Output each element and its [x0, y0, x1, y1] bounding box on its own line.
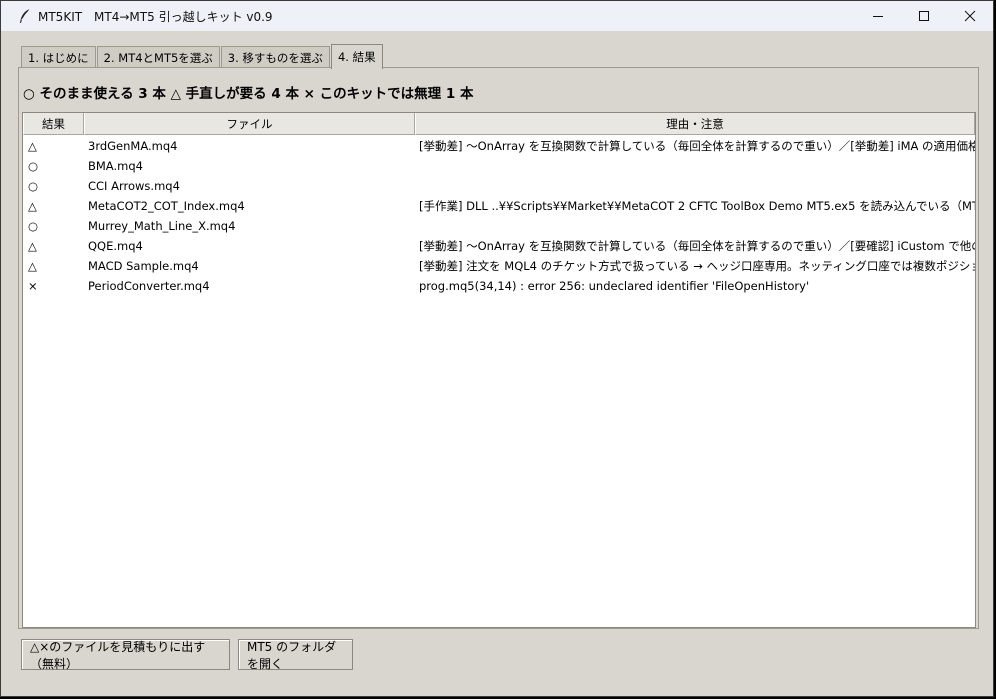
window-controls [855, 1, 993, 31]
file-name: CCI Arrows.mq4 [88, 179, 180, 193]
maximize-button[interactable] [901, 1, 947, 31]
table-row[interactable]: △ MACD Sample.mq4 [挙動差] 注文を MQL4 のチケット方式… [23, 256, 975, 276]
result-mark: ○ [28, 219, 39, 233]
close-button[interactable] [947, 1, 993, 31]
column-header-reason[interactable]: 理由・注意 [415, 113, 975, 135]
reason-note: [挙動差] ～OnArray を互換関数で計算している（毎回全体を計算するので重… [419, 139, 975, 153]
title-bar: MT5KIT MT4→MT5 引っ越しキット v0.9 [1, 1, 993, 31]
file-name: Murrey_Math_Line_X.mq4 [88, 219, 236, 233]
file-name: MetaCOT2_COT_Index.mq4 [88, 199, 245, 213]
maximize-icon [919, 11, 929, 21]
table-row[interactable]: × PeriodConverter.mq4 prog.mq5(34,14) : … [23, 276, 975, 296]
table-row[interactable]: ○ CCI Arrows.mq4 [23, 176, 975, 196]
result-mark: △ [28, 139, 37, 153]
result-mark: × [28, 279, 38, 293]
open-mt5-folder-button[interactable]: MT5 のフォルダを開く [238, 639, 353, 671]
tab-intro[interactable]: 1. はじめに [21, 46, 96, 68]
column-header-file[interactable]: ファイル [84, 113, 415, 135]
table-row[interactable]: △ MetaCOT2_COT_Index.mq4 [手作業] DLL ..¥¥S… [23, 196, 975, 216]
file-name: QQE.mq4 [88, 239, 143, 253]
result-mark: △ [28, 199, 37, 213]
results-summary: ○ そのまま使える 3 本 △ 手直しが要る 4 本 × このキットでは無理 1… [23, 86, 474, 102]
table-row[interactable]: ○ BMA.mq4 [23, 156, 975, 176]
reason-note: [手作業] DLL ..¥¥Scripts¥¥Market¥¥MetaCOT 2… [419, 199, 975, 213]
tab-results[interactable]: 4. 結果 [330, 44, 383, 69]
table-row[interactable]: ○ Murrey_Math_Line_X.mq4 [23, 216, 975, 236]
close-icon [964, 10, 976, 22]
column-header-result[interactable]: 結果 [23, 113, 84, 135]
reason-note: [挙動差] 注文を MQL4 のチケット方式で扱っている → ヘッジ口座専用。ネ… [419, 259, 975, 273]
reason-note: prog.mq5(34,14) : error 256: undeclared … [419, 279, 810, 293]
tab-select-mt4-mt5[interactable]: 2. MT4とMT5を選ぶ [96, 46, 220, 68]
tab-strip: 1. はじめに 2. MT4とMT5を選ぶ 3. 移すものを選ぶ 4. 結果 [21, 44, 384, 69]
table-row[interactable]: △ QQE.mq4 [挙動差] ～OnArray を互換関数で計算している（毎回… [23, 236, 975, 256]
minimize-button[interactable] [855, 1, 901, 31]
result-mark: ○ [28, 179, 39, 193]
estimate-button[interactable]: △×のファイルを見積もりに出す（無料） [21, 639, 230, 671]
feather-icon [20, 8, 31, 23]
result-mark: ○ [28, 159, 39, 173]
results-table: 結果 ファイル 理由・注意 △ 3rdGenMA.mq4 [挙動差] ～OnAr… [22, 112, 976, 628]
app-window: MT5KIT MT4→MT5 引っ越しキット v0.9 1. はじめに 2. M… [0, 0, 994, 697]
tab-select-items[interactable]: 3. 移すものを選ぶ [220, 46, 330, 68]
file-name: PeriodConverter.mq4 [88, 279, 210, 293]
file-name: BMA.mq4 [88, 159, 143, 173]
file-name: MACD Sample.mq4 [88, 259, 199, 273]
minimize-icon [873, 16, 883, 17]
file-name: 3rdGenMA.mq4 [88, 139, 178, 153]
window-title: MT5KIT MT4→MT5 引っ越しキット v0.9 [38, 9, 273, 24]
table-row[interactable]: △ 3rdGenMA.mq4 [挙動差] ～OnArray を互換関数で計算して… [23, 136, 975, 156]
result-mark: △ [28, 259, 37, 273]
reason-note: [挙動差] ～OnArray を互換関数で計算している（毎回全体を計算するので重… [419, 239, 975, 253]
result-mark: △ [28, 239, 37, 253]
table-header: 結果 ファイル 理由・注意 [23, 113, 975, 135]
table-body: △ 3rdGenMA.mq4 [挙動差] ～OnArray を互換関数で計算して… [23, 136, 975, 296]
